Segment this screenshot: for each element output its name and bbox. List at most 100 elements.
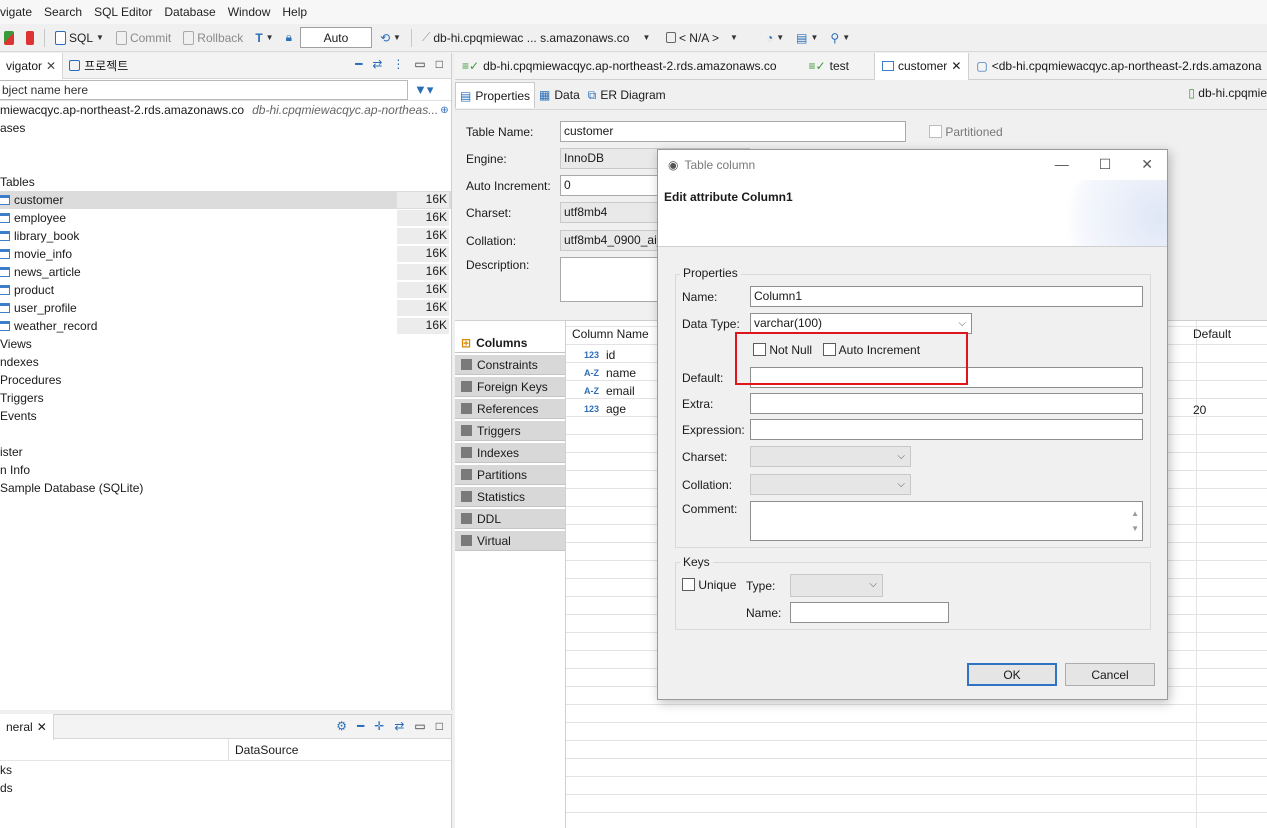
default-header[interactable]: Default [1193,327,1231,341]
menu-navigate[interactable]: vigate [0,5,38,19]
settings-icon[interactable]: ⚙ [336,719,347,733]
tree-table-customer[interactable]: customer 16K [0,191,451,209]
sidetab-triggers[interactable]: Triggers [455,421,565,441]
properties-row[interactable]: ds [0,779,451,797]
collapse-all-icon[interactable]: ━ [355,57,362,71]
active-connection-selector[interactable]: ⟋ db-hi.cpqmiewac ... s.amazonaws.co ▼ [418,27,658,49]
tree-procedures[interactable]: Procedures [0,371,451,389]
menu-database[interactable]: Database [158,5,221,19]
sidetab-foreign-keys[interactable]: Foreign Keys [455,377,565,397]
sidetab-partitions[interactable]: Partitions [455,465,565,485]
dashboard-button[interactable]: ◔ ▼ [762,27,788,49]
table-row[interactable]: 123 id [584,348,615,362]
tree-table-user-profile[interactable]: user_profile 16K [0,299,451,317]
sidetab-statistics[interactable]: Statistics [455,487,565,507]
tree-events[interactable]: Events [0,407,451,425]
tree-indexes[interactable]: ndexes [0,353,451,371]
subtab-data[interactable]: ▦ Data [535,82,584,108]
tree-triggers[interactable]: Triggers [0,389,451,407]
history-button[interactable]: ⟲ ▼ [376,27,405,49]
tree-item-sample-db[interactable]: Sample Database (SQLite) [0,479,451,497]
close-icon[interactable]: ✕ [951,59,961,73]
table-row[interactable]: 123 age [584,402,626,416]
ok-button[interactable]: OK [967,663,1057,686]
expand-icon[interactable]: ✛ [374,719,384,733]
tab-project[interactable]: 프로젝트 [63,53,134,79]
scroll-down-icon[interactable]: ▼ [1131,519,1139,538]
column-name-header[interactable]: Column Name [572,327,649,341]
menu-search[interactable]: Search [38,5,88,19]
collapse-icon[interactable]: ━ [357,719,364,733]
key-name-field[interactable] [790,602,949,623]
sidetab-constraints[interactable]: Constraints [455,355,565,375]
subtab-er-diagram[interactable]: ⧉ ER Diagram [584,82,670,108]
tree-table-news-article[interactable]: news_article 16K [0,263,451,281]
column-name-field[interactable]: Column1 [750,286,1143,307]
datasource-label[interactable]: ▯ db-hi.cpqmie [1188,86,1267,100]
connect-icon[interactable] [0,27,18,49]
tree-connection[interactable]: miewacqyc.ap-northeast-2.rds.amazonaws.c… [0,101,451,119]
key-type-select[interactable]: ⌵ [790,574,883,597]
tab-navigator[interactable]: vigator ✕ [0,52,64,79]
tree-item-extra-1[interactable]: ister [0,443,451,461]
collation-select[interactable]: ⌵ [750,474,911,495]
rollback-button[interactable]: Rollback [179,27,247,49]
minimize-icon[interactable]: ▭ [414,57,425,71]
link-editor-icon[interactable]: ⇄ [372,57,382,71]
default-cell[interactable]: 20 [1193,403,1206,417]
close-icon[interactable]: ✕ [1141,156,1153,173]
tree-table-library-book[interactable]: library_book 16K [0,227,451,245]
more-icon[interactable]: ⋮ [392,57,404,71]
maximize-icon[interactable]: □ [436,719,443,733]
tree-item-extra-2[interactable]: n Info [0,461,451,479]
commit-mode-field[interactable]: Auto [299,27,372,48]
transaction-mode-button[interactable]: T ▼ [251,27,277,49]
tree-table-product[interactable]: product 16K [0,281,451,299]
tab-customer[interactable]: customer ✕ [873,52,970,80]
disconnect-icon[interactable] [22,27,38,49]
sidetab-indexes[interactable]: Indexes [455,443,565,463]
comment-field[interactable]: ▲ ▼ [750,501,1143,541]
partitioned-checkbox[interactable]: Partitioned [929,125,1003,139]
tree-databases[interactable]: ases [0,119,451,137]
sidetab-virtual[interactable]: Virtual [455,531,565,551]
minimize-icon[interactable]: — [1055,156,1069,173]
subtab-properties[interactable]: ▤ Properties [455,82,536,108]
tab-connection-info[interactable]: ▢ <db-hi.cpqmiewacqyc.ap-northeast-2.rds.… [969,53,1267,80]
properties-row[interactable]: ks [0,761,451,779]
expression-field[interactable] [750,419,1143,440]
tools-button[interactable]: ▤ ▼ [792,27,822,49]
search-button[interactable]: ⚲ ▼ [826,27,854,49]
tab-sql-editor[interactable]: ≡✓ db-hi.cpqmiewacqyc.ap-northeast-2.rds.… [455,53,784,80]
tree-table-weather-record[interactable]: weather_record 16K [0,317,451,335]
filter-icon[interactable]: ▼▾ [414,82,433,98]
tab-general[interactable]: neral ✕ [0,713,54,740]
maximize-icon[interactable]: □ [436,57,443,71]
sidetab-columns[interactable]: ⊞ Columns [455,333,565,353]
cancel-button[interactable]: Cancel [1065,663,1155,686]
minimize-icon[interactable]: ▭ [414,719,425,733]
active-schema-selector[interactable]: < N/A > ▼ [662,27,758,49]
sidetab-ddl[interactable]: DDL [455,509,565,529]
sidetab-references[interactable]: References [455,399,565,419]
tab-test[interactable]: ≡✓ test [802,53,856,80]
maximize-icon[interactable]: ☐ [1099,156,1112,173]
tree-table-employee[interactable]: employee 16K [0,209,451,227]
extra-field[interactable] [750,393,1143,414]
menu-sql-editor[interactable]: SQL Editor [88,5,158,19]
menu-window[interactable]: Window [222,5,277,19]
tree-table-movie-info[interactable]: movie_info 16K [0,245,451,263]
sql-button[interactable]: SQL ▼ [51,27,108,49]
table-row[interactable]: A-Z email [584,384,635,398]
table-row[interactable]: A-Z name [584,366,636,380]
menu-help[interactable]: Help [276,5,313,19]
charset-select[interactable]: ⌵ [750,446,911,467]
tree-tables[interactable]: Tables [0,173,451,191]
tree-views[interactable]: Views [0,335,451,353]
lock-icon[interactable]: 🔒︎ [282,27,296,49]
data-type-select[interactable]: varchar(100) ⌵ [750,313,972,334]
table-name-field[interactable]: customer [560,121,906,142]
close-icon[interactable]: ✕ [37,720,47,734]
navigator-filter-input[interactable]: bject name here [0,79,408,100]
unique-checkbox[interactable]: Unique [682,578,736,592]
